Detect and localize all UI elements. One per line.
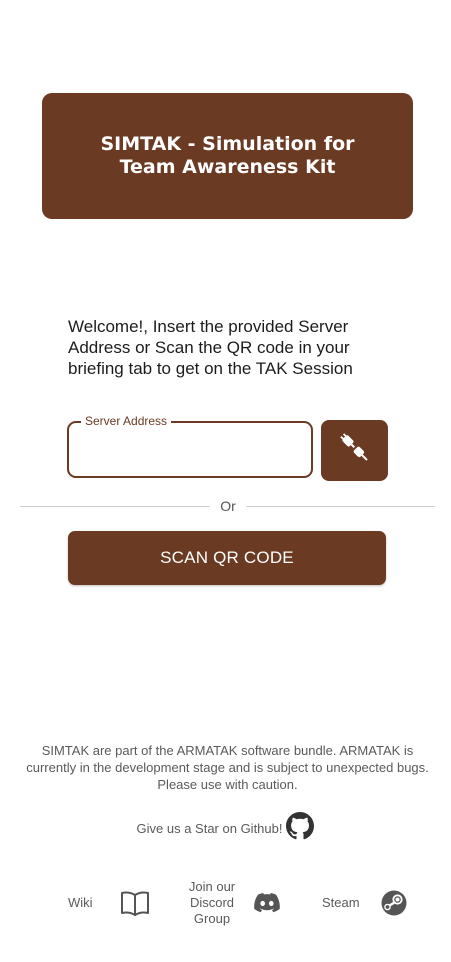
discord-label: Join our Discord Group	[188, 879, 236, 926]
welcome-message: Welcome!, Insert the provided Server Add…	[68, 317, 353, 378]
app-title: SIMTAK - Simulation for Team Awareness K…	[100, 133, 355, 178]
wiki-link[interactable]: Wiki	[68, 888, 150, 918]
github-star-label: Give us a Star on Github!	[136, 820, 283, 836]
header-banner: SIMTAK - Simulation for Team Awareness K…	[42, 93, 413, 219]
scan-qr-label: SCAN QR CODE	[160, 548, 294, 567]
book-icon	[120, 890, 150, 916]
server-address-field[interactable]: Server Address	[67, 414, 313, 478]
divider-right	[246, 506, 435, 507]
github-star-link[interactable]: Give us a Star on Github!	[0, 811, 451, 845]
steam-icon	[381, 890, 407, 916]
discord-icon	[254, 893, 280, 913]
scan-qr-button[interactable]: SCAN QR CODE	[68, 531, 386, 585]
server-address-label: Server Address	[81, 414, 172, 428]
wiki-label: Wiki	[68, 895, 93, 910]
plug-connect-icon	[337, 430, 373, 471]
steam-link[interactable]: Steam	[322, 890, 407, 916]
disclaimer-text: SIMTAK are part of the ARMATAK software …	[26, 743, 429, 792]
steam-label: Steam	[322, 895, 360, 910]
connect-button[interactable]	[321, 420, 388, 481]
server-address-input[interactable]	[79, 437, 303, 467]
github-icon	[286, 811, 315, 845]
or-label: Or	[220, 498, 236, 514]
divider-left	[20, 506, 210, 507]
discord-link[interactable]: Join our Discord Group	[182, 879, 280, 927]
